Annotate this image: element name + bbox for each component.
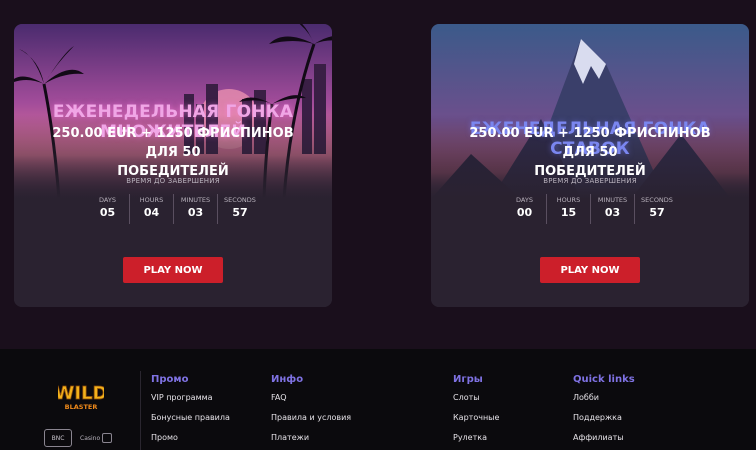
footer-column-heading: Игры [453, 374, 483, 385]
footer-link-roulette[interactable]: Рулетка [453, 433, 499, 443]
prize-line1: 250.00 EUR + 1250 ФРИСПИНОВ ДЛЯ 50 [52, 126, 294, 160]
timer-unit-label: MINUTES [597, 196, 628, 204]
timer-unit-label: HOURS [139, 196, 164, 204]
timer-unit-label: DAYS [516, 196, 533, 204]
timer-unit-value: 04 [143, 206, 160, 219]
timer-unit-label: MINUTES [180, 196, 211, 204]
footer-column-info: Инфо FAQ Правила и условия Платежи [271, 373, 351, 450]
countdown-timer: DAYS 05 HOURS 04 MINUTES 03 SECONDS 57 [86, 194, 262, 224]
timer-unit-value: 15 [560, 206, 577, 219]
tournament-title-line1: ЕЖЕНЕДЕЛЬНАЯ ГОНКА [52, 102, 294, 122]
tournament-prize: 250.00 EUR + 1250 ФРИСПИНОВ ДЛЯ 50 ПОБЕД… [34, 124, 312, 181]
bnc-badge[interactable]: BNC [44, 429, 72, 447]
footer-link-bonus-rules[interactable]: Бонусные правила [151, 413, 230, 423]
timer-minutes: MINUTES 03 [591, 194, 635, 224]
timer-label: ВРЕМЯ ДО ЗАВЕРШЕНИЯ [126, 177, 220, 185]
footer-column-promo: Промо VIP программа Бонусные правила Про… [151, 373, 230, 450]
footer-link-vip[interactable]: VIP программа [151, 393, 230, 403]
footer-link-faq[interactable]: FAQ [271, 393, 351, 403]
footer-link-terms[interactable]: Правила и условия [271, 413, 351, 423]
prize-line1: 250.00 EUR + 1250 ФРИСПИНОВ ДЛЯ 50 [469, 126, 711, 160]
page: ЕЖЕНЕДЕЛЬНАЯ ГОНКА МНОЖИТЕЛЕЙ 250.00 EUR… [0, 0, 756, 450]
footer-link-lobby[interactable]: Лобби [573, 393, 635, 403]
footer-column-games: Игры Слоты Карточные Рулетка [453, 373, 499, 450]
footer-divider [140, 371, 141, 450]
casino-badge[interactable]: Casino [80, 433, 113, 443]
footer-link-card-games[interactable]: Карточные [453, 413, 499, 423]
timer-unit-value: 05 [99, 206, 116, 219]
timer-unit-value: 03 [604, 206, 621, 219]
timer-label: ВРЕМЯ ДО ЗАВЕРШЕНИЯ [543, 177, 637, 185]
svg-text:WILD: WILD [58, 383, 104, 404]
footer-link-payments[interactable]: Платежи [271, 433, 351, 443]
tournament-prize: 250.00 EUR + 1250 ФРИСПИНОВ ДЛЯ 50 ПОБЕД… [451, 124, 729, 181]
timer-seconds: SECONDS 57 [635, 194, 679, 224]
casino-badge-label: Casino [80, 434, 101, 442]
tournament-card-multipliers: ЕЖЕНЕДЕЛЬНАЯ ГОНКА МНОЖИТЕЛЕЙ 250.00 EUR… [14, 24, 332, 307]
timer-minutes: MINUTES 03 [174, 194, 218, 224]
timer-unit-value: 03 [187, 206, 204, 219]
footer-column-heading: Инфо [271, 374, 304, 385]
timer-unit-value: 57 [649, 206, 665, 219]
license-badges: BNC Casino [44, 429, 113, 447]
timer-unit-label: DAYS [99, 196, 116, 204]
footer-column-heading: Промо [151, 374, 189, 385]
footer-column-quick-links: Quick links Лобби Поддержка Аффилиаты [573, 373, 635, 450]
site-footer: WILD BLASTER BNC Casino Промо VIP програ… [0, 349, 756, 450]
timer-hours: HOURS 04 [130, 194, 174, 224]
footer-link-affiliates[interactable]: Аффилиаты [573, 433, 635, 443]
footer-link-slots[interactable]: Слоты [453, 393, 499, 403]
wild-blaster-logo[interactable]: WILD BLASTER [54, 377, 108, 417]
countdown-timer: DAYS 00 HOURS 15 MINUTES 03 SECONDS 57 [503, 194, 679, 224]
timer-seconds: SECONDS 57 [218, 194, 262, 224]
timer-unit-value: 57 [232, 206, 248, 219]
timer-unit-label: SECONDS [641, 196, 673, 204]
timer-unit-value: 00 [516, 206, 533, 219]
timer-unit-label: HOURS [556, 196, 581, 204]
footer-column-heading: Quick links [573, 374, 635, 385]
timer-unit-label: SECONDS [224, 196, 256, 204]
timer-days: DAYS 05 [86, 194, 130, 224]
svg-text:BLASTER: BLASTER [65, 403, 98, 411]
timer-hours: HOURS 15 [547, 194, 591, 224]
footer-link-promo[interactable]: Промо [151, 433, 230, 443]
timer-days: DAYS 00 [503, 194, 547, 224]
footer-link-support[interactable]: Поддержка [573, 413, 635, 423]
tournaments-section: ЕЖЕНЕДЕЛЬНАЯ ГОНКА МНОЖИТЕЛЕЙ 250.00 EUR… [0, 0, 756, 349]
play-now-button[interactable]: PLAY NOW [123, 257, 223, 283]
play-now-button[interactable]: PLAY NOW [540, 257, 640, 283]
casino-badge-icon [102, 433, 113, 443]
tournament-card-bets: ЕЖЕНЕДЕЛЬНАЯ ГОНКА СТАВОК 250.00 EUR + 1… [431, 24, 749, 307]
